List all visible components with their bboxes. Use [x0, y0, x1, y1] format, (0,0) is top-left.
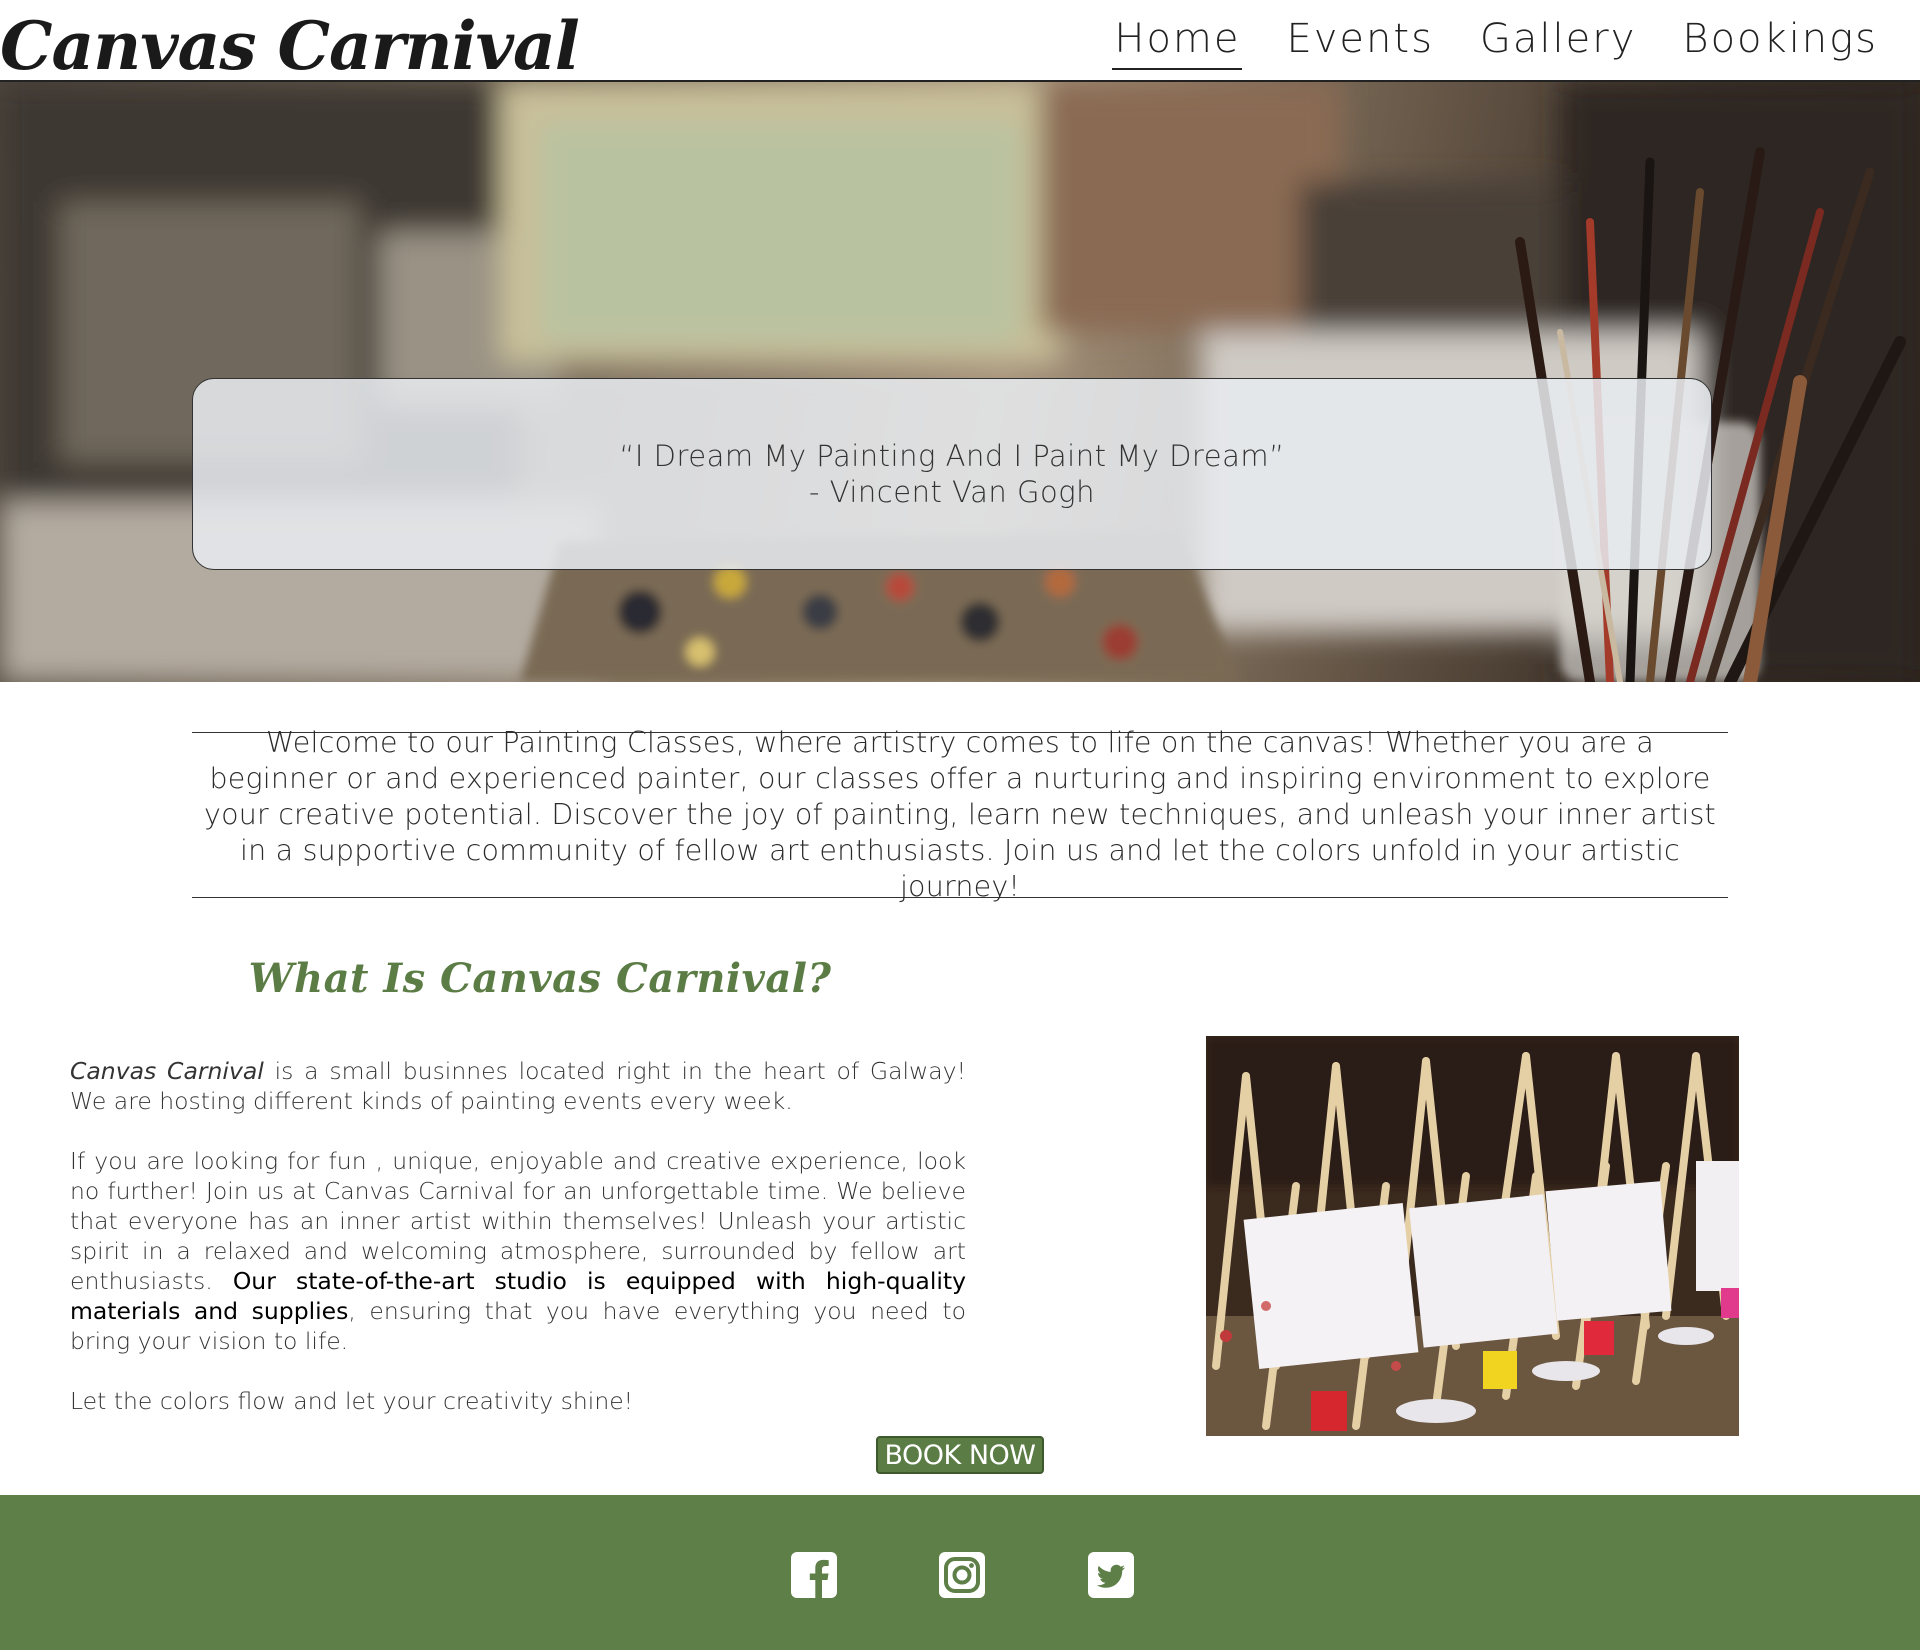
- easels-image: [1206, 1036, 1739, 1436]
- nav-bookings[interactable]: Bookings: [1680, 10, 1880, 70]
- main-nav: Home Events Gallery Bookings: [1112, 10, 1880, 70]
- site-header: Canvas Carnival Home Events Gallery Book…: [0, 0, 1920, 85]
- nav-gallery[interactable]: Gallery: [1478, 10, 1638, 70]
- facebook-icon[interactable]: [791, 1552, 837, 1598]
- hero-banner: “I Dream My Painting And I Paint My Drea…: [0, 82, 1920, 682]
- about-paragraph-2: If you are looking for fun , unique, enj…: [70, 1147, 967, 1355]
- about-paragraph-1: Canvas Carnival is a small businnes loca…: [70, 1057, 966, 1115]
- about-text: Canvas Carnival is a small businnes loca…: [70, 1056, 966, 1446]
- quote-text: “I Dream My Painting And I Paint My Drea…: [619, 439, 1285, 473]
- twitter-icon[interactable]: [1088, 1552, 1134, 1598]
- nav-home[interactable]: Home: [1112, 10, 1243, 70]
- about-brand-name: Canvas Carnival: [70, 1057, 264, 1085]
- quote-author: - Vincent Van Gogh: [808, 475, 1096, 509]
- quote-box: “I Dream My Painting And I Paint My Drea…: [192, 378, 1712, 570]
- book-now-button[interactable]: BOOK NOW: [876, 1436, 1044, 1474]
- about-paragraph-3: Let the colors flow and let your creativ…: [70, 1387, 634, 1415]
- nav-events[interactable]: Events: [1284, 10, 1435, 70]
- about-heading: What Is Canvas Carnival?: [248, 955, 832, 1002]
- welcome-section: Welcome to our Painting Classes, where a…: [192, 726, 1728, 903]
- site-logo[interactable]: Canvas Carnival: [0, 6, 580, 86]
- instagram-icon[interactable]: [939, 1552, 985, 1598]
- welcome-text: Welcome to our Painting Classes, where a…: [204, 726, 1716, 903]
